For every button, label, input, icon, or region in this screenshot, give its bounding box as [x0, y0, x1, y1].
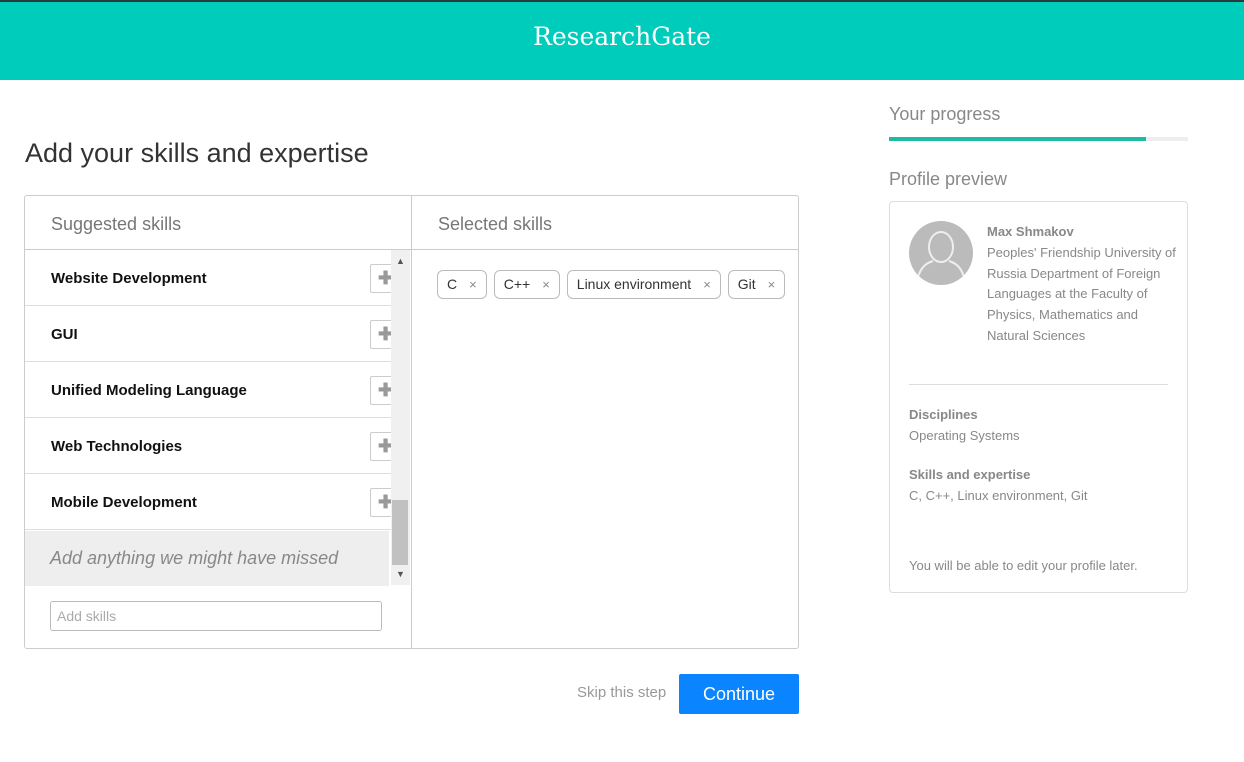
- top-bar: ResearchGate: [0, 0, 1244, 80]
- scroll-up-icon[interactable]: ▲: [396, 256, 405, 266]
- skill-name: GUI: [51, 326, 78, 343]
- selected-skills-heading: Selected skills: [412, 196, 798, 250]
- remove-icon[interactable]: ×: [469, 271, 477, 298]
- skill-name: Mobile Development: [51, 494, 197, 511]
- remove-icon[interactable]: ×: [768, 271, 776, 298]
- progress-bar: [889, 137, 1188, 141]
- skip-step-link[interactable]: Skip this step: [577, 684, 666, 701]
- skills-value: C, C++, Linux environment, Git: [909, 488, 1088, 503]
- skill-name: Web Technologies: [51, 438, 183, 455]
- scrollbar-thumb[interactable]: [392, 500, 408, 565]
- scrollbar[interactable]: ▲ ▼: [391, 250, 410, 585]
- skill-name: Website Development: [51, 270, 207, 287]
- chip-label: C++: [503, 276, 531, 292]
- scroll-down-icon[interactable]: ▼: [396, 569, 405, 579]
- skills-panel: Suggested skills Selected skills Website…: [24, 195, 799, 649]
- user-silhouette-icon: [916, 231, 966, 284]
- skills-label: Skills and expertise: [909, 467, 1031, 482]
- profile-name: Max Shmakov: [987, 224, 1074, 239]
- disciplines-value: Operating Systems: [909, 428, 1020, 443]
- card-divider: [909, 384, 1168, 385]
- disciplines-label: Disciplines: [909, 407, 978, 422]
- remove-icon[interactable]: ×: [542, 271, 550, 298]
- chip-label: Git: [737, 276, 756, 292]
- remove-icon[interactable]: ×: [703, 271, 711, 298]
- profile-affiliation: Peoples' Friendship University of Russia…: [987, 245, 1176, 343]
- selected-skills-chips: C × C++ × Linux environment × Git ×: [437, 270, 787, 299]
- edit-later-note: You will be able to edit your profile la…: [909, 558, 1138, 573]
- skill-row: Website Development ✚: [25, 250, 401, 306]
- skill-chip: Linux environment ×: [566, 270, 721, 299]
- skill-chip: C++ ×: [493, 270, 560, 299]
- progress-label: Your progress: [889, 104, 1001, 124]
- continue-button[interactable]: Continue: [679, 674, 799, 714]
- skill-row: Unified Modeling Language ✚: [25, 362, 401, 418]
- skill-name: Unified Modeling Language: [51, 382, 247, 399]
- skill-chip: C ×: [437, 270, 487, 299]
- page-title: Add your skills and expertise: [25, 138, 369, 168]
- skill-row: Mobile Development ✚: [25, 474, 401, 530]
- suggested-skills-list: Website Development ✚ GUI ✚ Unified Modeling…: [25, 250, 401, 530]
- skill-row: GUI ✚: [25, 306, 401, 362]
- profile-preview-card: Max Shmakov Peoples' Friendship Universi…: [889, 201, 1188, 593]
- add-skills-input[interactable]: [50, 601, 382, 631]
- progress-fill: [889, 137, 1147, 141]
- profile-preview-heading: Profile preview: [889, 169, 1008, 189]
- researchgate-logo[interactable]: ResearchGate: [0, 22, 1244, 51]
- skill-chip: Git ×: [727, 270, 786, 299]
- avatar: [909, 221, 973, 285]
- chip-label: C: [447, 276, 458, 292]
- add-missed-heading: Add anything we might have missed: [25, 531, 389, 586]
- column-divider: [411, 196, 412, 648]
- suggested-skills-heading: Suggested skills: [25, 196, 411, 250]
- chip-label: Linux environment: [576, 276, 692, 292]
- skill-row: Web Technologies ✚: [25, 418, 401, 474]
